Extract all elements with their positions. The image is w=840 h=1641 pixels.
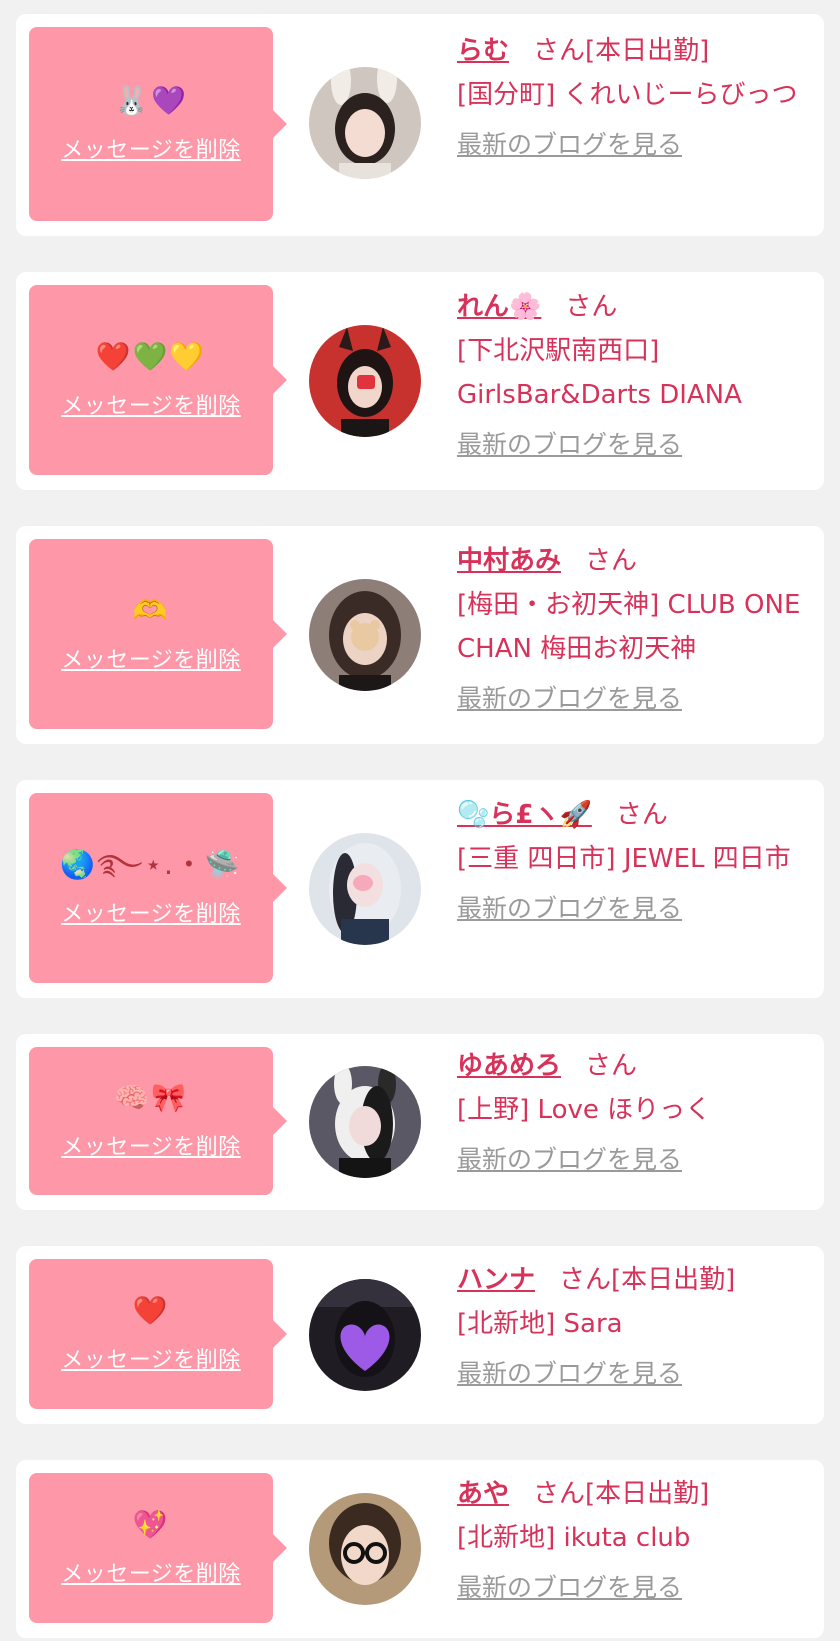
- message-bubble: ❤️💚💛 メッセージを削除: [29, 285, 287, 475]
- message-card: ❤️💚💛 メッセージを削除 れん🌸 さん [下北沢駅南西口] GirlsBar&D…: [16, 272, 824, 490]
- avatar[interactable]: [309, 579, 421, 691]
- cast-name-link[interactable]: ハンナ: [457, 1265, 535, 1295]
- cast-name-link[interactable]: 中村あみ: [457, 546, 561, 576]
- entry-info: ゆあめろ さん [上野] Love ほりっく 最新のブログを見る: [457, 1044, 810, 1182]
- cast-name-link[interactable]: れん🌸: [457, 292, 541, 322]
- avatar[interactable]: [309, 1066, 421, 1178]
- view-blog-link[interactable]: 最新のブログを見る: [457, 887, 682, 931]
- message-emoji: ❤️💚💛: [95, 340, 207, 373]
- cast-name-link[interactable]: ゆあめろ: [457, 1051, 561, 1081]
- message-list: 🐰💜 メッセージを削除 らむ さん[本日出勤] [国分町] くれいじーらびっつ 最…: [0, 0, 840, 1638]
- honorific: さん: [615, 800, 668, 830]
- entry-info: 🫧ら£ヽ🚀 さん [三重 四日市] JEWEL 四日市 最新のブログを見る: [457, 793, 810, 931]
- view-blog-link[interactable]: 最新のブログを見る: [457, 1352, 682, 1396]
- cast-name-link[interactable]: らむ: [457, 36, 509, 66]
- message-emoji: 🌏࿐⋆.・🛸: [60, 848, 242, 881]
- message-bubble: ❤️ メッセージを削除: [29, 1259, 287, 1409]
- entry-info: ハンナ さん[本日出勤] [北新地] Sara 最新のブログを見る: [457, 1258, 810, 1396]
- message-emoji: 🐰💜: [114, 84, 188, 117]
- shop-name: [国分町] くれいじーらびっつ: [457, 80, 798, 110]
- honorific: さん: [533, 1479, 586, 1509]
- entry-info: 中村あみ さん [梅田・お初天神] CLUB ONE CHAN 梅田お初天神 最新…: [457, 539, 810, 721]
- delete-message-link[interactable]: メッセージを削除: [61, 388, 241, 420]
- message-bubble: 🌏࿐⋆.・🛸 メッセージを削除: [29, 793, 287, 983]
- view-blog-link[interactable]: 最新のブログを見る: [457, 677, 682, 721]
- entry-info: れん🌸 さん [下北沢駅南西口] GirlsBar&Darts DIANA 最新の…: [457, 285, 810, 467]
- message-card: 🌏࿐⋆.・🛸 メッセージを削除 🫧ら£ヽ🚀 さん [三重 四日市] JEWEL 四…: [16, 780, 824, 998]
- view-blog-link[interactable]: 最新のブログを見る: [457, 1566, 682, 1610]
- message-card: 🫶 メッセージを削除 中村あみ さん [梅田・お初天神] CLUB ONE CHA…: [16, 526, 824, 744]
- view-blog-link[interactable]: 最新のブログを見る: [457, 123, 682, 167]
- honorific: さん: [585, 1051, 638, 1081]
- message-emoji: 💖: [132, 1508, 170, 1541]
- message-bubble: 🐰💜 メッセージを削除: [29, 27, 287, 221]
- avatar[interactable]: [309, 833, 421, 945]
- message-card: 🐰💜 メッセージを削除 らむ さん[本日出勤] [国分町] くれいじーらびっつ 最…: [16, 14, 824, 236]
- avatar[interactable]: [309, 325, 421, 437]
- honorific: さん: [585, 546, 638, 576]
- cast-name-link[interactable]: 🫧ら£ヽ🚀: [457, 800, 592, 830]
- message-emoji: ❤️: [132, 1294, 170, 1327]
- avatar[interactable]: [309, 1493, 421, 1605]
- cast-name-link[interactable]: あや: [457, 1479, 509, 1509]
- entry-info: らむ さん[本日出勤] [国分町] くれいじーらびっつ 最新のブログを見る: [457, 29, 810, 167]
- status-badge: [本日出勤]: [585, 1479, 710, 1509]
- shop-name: [三重 四日市] JEWEL 四日市: [457, 844, 791, 874]
- delete-message-link[interactable]: メッセージを削除: [61, 896, 241, 928]
- delete-message-link[interactable]: メッセージを削除: [61, 132, 241, 164]
- honorific: さん: [533, 36, 586, 66]
- avatar[interactable]: [309, 67, 421, 179]
- delete-message-link[interactable]: メッセージを削除: [61, 1556, 241, 1588]
- avatar[interactable]: [309, 1279, 421, 1391]
- delete-message-link[interactable]: メッセージを削除: [61, 642, 241, 674]
- shop-name: [上野] Love ほりっく: [457, 1095, 712, 1125]
- shop-name: [北新地] Sara: [457, 1309, 623, 1339]
- message-card: ❤️ メッセージを削除 ハンナ さん[本日出勤] [北新地] Sara 最新のブロ…: [16, 1246, 824, 1424]
- message-bubble: 🧠🎀 メッセージを削除: [29, 1047, 287, 1195]
- delete-message-link[interactable]: メッセージを削除: [61, 1129, 241, 1161]
- status-badge: [本日出勤]: [585, 36, 710, 66]
- shop-name: [北新地] ikuta club: [457, 1523, 691, 1553]
- message-emoji: 🫶: [132, 594, 170, 627]
- message-card: 🧠🎀 メッセージを削除 ゆあめろ さん [上野] Love ほりっく 最新のブログ…: [16, 1034, 824, 1210]
- shop-name: [下北沢駅南西口] GirlsBar&Darts DIANA: [457, 336, 742, 410]
- view-blog-link[interactable]: 最新のブログを見る: [457, 423, 682, 467]
- message-card: 💖 メッセージを削除 あや さん[本日出勤] [北新地] ikuta club 最…: [16, 1460, 824, 1638]
- message-emoji: 🧠🎀: [114, 1081, 188, 1114]
- view-blog-link[interactable]: 最新のブログを見る: [457, 1138, 682, 1182]
- message-bubble: 💖 メッセージを削除: [29, 1473, 287, 1623]
- delete-message-link[interactable]: メッセージを削除: [61, 1342, 241, 1374]
- message-bubble: 🫶 メッセージを削除: [29, 539, 287, 729]
- honorific: さん: [559, 1265, 612, 1295]
- entry-info: あや さん[本日出勤] [北新地] ikuta club 最新のブログを見る: [457, 1472, 810, 1610]
- shop-name: [梅田・お初天神] CLUB ONE CHAN 梅田お初天神: [457, 590, 801, 664]
- honorific: さん: [565, 292, 618, 322]
- status-badge: [本日出勤]: [611, 1265, 736, 1295]
